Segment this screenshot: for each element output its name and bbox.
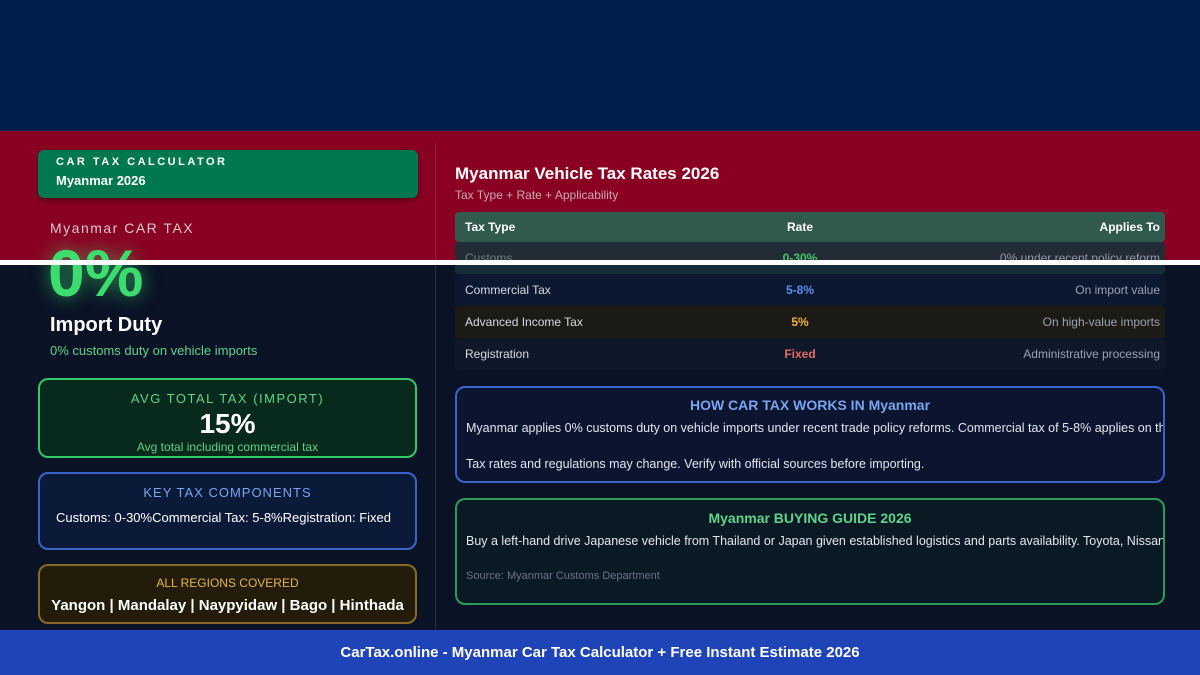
footer-banner: CarTax.online - Myanmar Car Tax Calculat… bbox=[0, 630, 1200, 675]
header-rate: Rate bbox=[786, 220, 813, 234]
buying-guide-title: Myanmar BUYING GUIDE 2026 bbox=[708, 510, 912, 526]
regions-list: Yangon | Mandalay | Naypyidaw | Bago | H… bbox=[51, 597, 404, 614]
cell-applies-to: On high-value imports bbox=[1042, 315, 1160, 329]
cell-applies-to: On import value bbox=[1075, 283, 1160, 297]
avg-total-tax-note: Avg total including commercial tax bbox=[136, 440, 319, 454]
country-label: Myanmar CAR TAX bbox=[50, 220, 195, 236]
how-it-works-text: Myanmar applies 0% customs duty on vehic… bbox=[466, 421, 1165, 435]
tax-rates-table: Tax Type Rate Applies To Customs 0-30% 0… bbox=[455, 212, 1165, 370]
import-duty-description: 0% customs duty on vehicle imports bbox=[50, 343, 258, 358]
key-tax-components-text: Customs: 0-30%Commercial Tax: 5-8%Regist… bbox=[56, 510, 391, 525]
regions-label: ALL REGIONS COVERED bbox=[156, 576, 299, 590]
calculator-badge: CAR TAX CALCULATOR Myanmar 2026 bbox=[38, 150, 418, 198]
rates-subtitle: Tax Type + Rate + Applicability bbox=[455, 188, 619, 202]
import-duty-rate: 0% bbox=[48, 236, 144, 310]
cell-rate: Fixed bbox=[784, 347, 816, 361]
table-row: Commercial Tax 5-8% On import value bbox=[455, 274, 1165, 306]
header-tax-type: Tax Type bbox=[465, 220, 516, 234]
buying-guide-card: Myanmar BUYING GUIDE 2026 Buy a left-han… bbox=[455, 498, 1165, 605]
table-row: Advanced Income Tax 5% On high-value imp… bbox=[455, 306, 1165, 338]
cell-tax-type: Commercial Tax bbox=[465, 283, 551, 297]
avg-total-tax-card: AVG TOTAL TAX (IMPORT) 15% Avg total inc… bbox=[38, 378, 417, 458]
buying-guide-source: Source: Myanmar Customs Department bbox=[466, 570, 660, 582]
key-tax-components-label: KEY TAX COMPONENTS bbox=[143, 485, 312, 500]
background-top-band bbox=[0, 0, 1200, 131]
badge-subtitle: Myanmar 2026 bbox=[56, 173, 146, 188]
import-duty-title: Import Duty bbox=[50, 314, 163, 336]
cell-tax-type: Registration bbox=[465, 347, 530, 361]
cell-tax-type: Advanced Income Tax bbox=[465, 315, 583, 329]
cell-rate: 5% bbox=[791, 315, 809, 329]
column-divider bbox=[435, 143, 436, 630]
cell-rate: 5-8% bbox=[785, 283, 814, 297]
avg-total-tax-value: 15% bbox=[199, 408, 256, 439]
table-header-row: Tax Type Rate Applies To bbox=[455, 212, 1165, 242]
avg-total-tax-label: AVG TOTAL TAX (IMPORT) bbox=[130, 391, 325, 406]
how-it-works-disclaimer: Tax rates and regulations may change. Ve… bbox=[466, 457, 925, 471]
header-applies-to: Applies To bbox=[1099, 220, 1160, 234]
how-it-works-card: HOW CAR TAX WORKS IN Myanmar Myanmar app… bbox=[455, 386, 1165, 483]
buying-guide-text: Buy a left-hand drive Japanese vehicle f… bbox=[466, 534, 1165, 548]
how-it-works-title: HOW CAR TAX WORKS IN Myanmar bbox=[689, 397, 931, 413]
white-stripe bbox=[0, 260, 1200, 265]
badge-title: CAR TAX CALCULATOR bbox=[56, 156, 228, 168]
table-row: Customs 0-30% 0% under recent policy ref… bbox=[455, 242, 1165, 274]
rates-title: Myanmar Vehicle Tax Rates 2026 bbox=[455, 164, 720, 183]
table-row: Registration Fixed Administrative proces… bbox=[455, 338, 1165, 370]
key-tax-components-card: KEY TAX COMPONENTS Customs: 0-30%Commerc… bbox=[38, 472, 417, 550]
cell-applies-to: Administrative processing bbox=[1023, 347, 1160, 361]
regions-card: ALL REGIONS COVERED Yangon | Mandalay | … bbox=[38, 564, 417, 624]
